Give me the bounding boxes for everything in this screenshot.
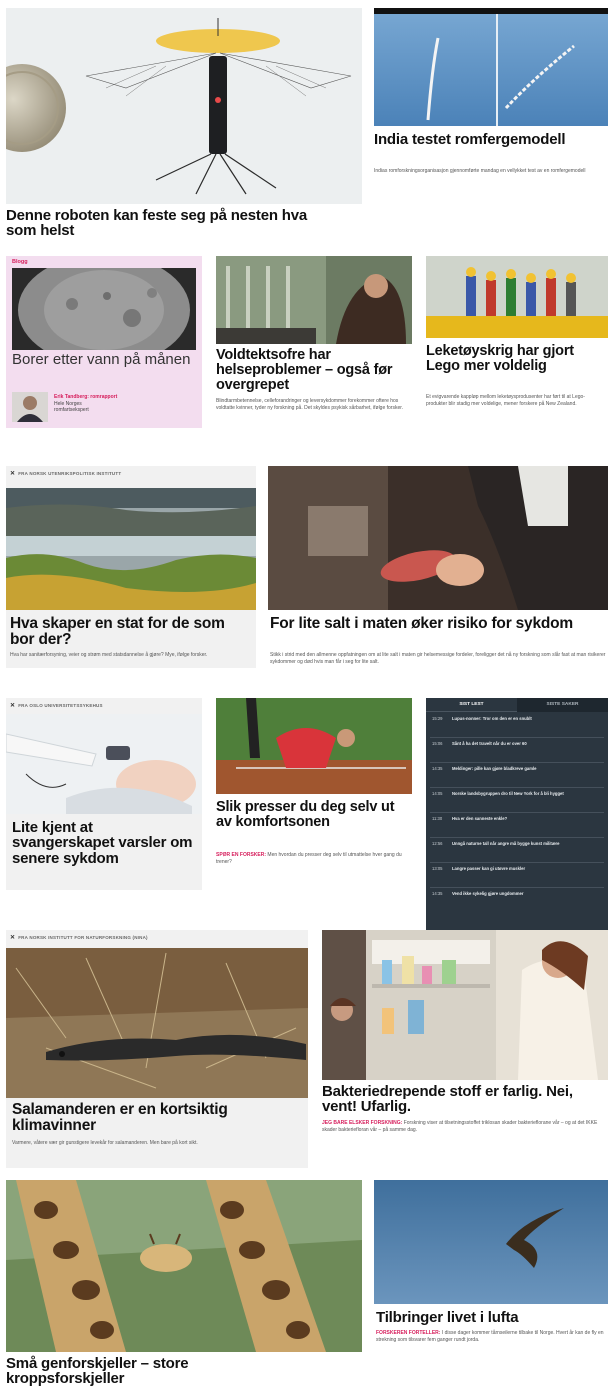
news-item-title: Vend ikke sykelig gjøre ungdommer (452, 891, 524, 896)
bakterie-headline[interactable]: Bakteriedrepende stoff er farlig. Nei, v… (322, 1084, 606, 1115)
lufta-kicker: FORSKEREN FORTELLER: (376, 1330, 441, 1336)
news-item-time: 14:35 (432, 766, 443, 771)
india-lead: Indias romforskningsorganisasjon gjennom… (374, 168, 586, 174)
salt-headline[interactable]: For lite salt i maten øker risiko for sy… (270, 616, 606, 632)
svangerskap-source: ✕ FRA OSLO UNIVERSITETSSYKEHUS (10, 702, 103, 709)
news-item[interactable]: 15:29 Lupus-nonner: Tror om den er en snu… (432, 716, 604, 721)
svangerskap-source-label: FRA OSLO UNIVERSITETSSYKEHUS (18, 703, 103, 708)
news-item[interactable]: 15:06 Sånt å ha det travelt når du er ove… (432, 741, 604, 746)
india-image[interactable] (374, 8, 608, 126)
news-item-time: 15:29 (432, 716, 443, 721)
giraff-headline[interactable]: Små genforskjeller – store kroppsforskje… (6, 1356, 306, 1387)
news-divider (430, 787, 604, 788)
news-item-title: Meldinger: pille kan gjøre bladkreve gam… (452, 766, 537, 771)
news-divider (430, 812, 604, 813)
komfort-image[interactable] (216, 698, 412, 794)
news-tab-bar: SIST LEST SISTE SAKER (426, 698, 608, 712)
stat-lead: Hva har sanitærforsyning, veier og strøm… (10, 652, 208, 658)
bakterie-image[interactable] (322, 930, 608, 1080)
salt-image[interactable] (268, 466, 608, 610)
news-item[interactable]: 14:05 Norske landsbygruppen dro til New Y… (432, 791, 604, 796)
robot-headline[interactable]: Denne roboten kan feste seg på nesten hv… (6, 208, 336, 239)
news-item[interactable]: 12:56 Unngå naturne tall når angre må byg… (432, 841, 604, 846)
news-item[interactable]: 14:35 Vend ikke sykelig gjøre ungdommer (432, 891, 604, 896)
news-item-time: 13:05 (432, 866, 443, 871)
lego-lead: Et evigvarende kappløp mellom leketøyspr… (426, 394, 585, 407)
news-item-time: 14:35 (432, 891, 443, 896)
news-divider (430, 737, 604, 738)
stat-image[interactable] (6, 488, 256, 610)
komfort-kicker: SPØR EN FORSKER: (216, 852, 267, 858)
partner-icon: ✕ (10, 471, 16, 477)
news-divider (430, 887, 604, 888)
bakterie-kicker: JEG BARE ELSKER FORSKNING: (322, 1120, 403, 1126)
blog-author[interactable]: Erik Tandberg: romrapport (54, 394, 117, 400)
salamander-headline[interactable]: Salamanderen er en kortsiktig klimavinne… (12, 1102, 302, 1134)
salamander-source: ✕ FRA NORSK INSTITUTT FOR NATURFORSKNING… (10, 934, 148, 941)
author-avatar (12, 392, 48, 422)
bakterie-lead-block: JEG BARE ELSKER FORSKNING: Forskning vis… (322, 1120, 606, 1134)
partner-icon: ✕ (10, 703, 16, 709)
news-item-title: Unngå naturne tall når angre må bygge ku… (452, 841, 560, 846)
news-widget: SIST LEST SISTE SAKER 15:29 Lupus-nonner:… (426, 698, 608, 930)
svangerskap-headline[interactable]: Lite kjent at svangerskapet varsler om s… (12, 820, 198, 866)
blog-headline[interactable]: Borer etter vann på månen (12, 352, 198, 368)
salt-lead: Stikk i strid med den allmenne oppfatnin… (270, 652, 606, 665)
salamander-lead: Varmere, våtere vær gir gunstigere levek… (12, 1140, 198, 1146)
news-divider (430, 837, 604, 838)
news-item-title: Norske landsbygruppen dro til New York f… (452, 791, 564, 796)
komfort-headline[interactable]: Slik presser du deg selv ut av komfortso… (216, 800, 412, 830)
stat-source-label: FRA NORSK UTENRIKSPOLITISK INSTITUTT (18, 471, 122, 476)
stat-source: ✕ FRA NORSK UTENRIKSPOLITISK INSTITUTT (10, 470, 121, 477)
stat-headline[interactable]: Hva skaper en stat for de som bor der? (10, 616, 250, 648)
news-item-title: Sånt å ha det travelt når du er over 60 (452, 741, 527, 746)
tab-siste-saker[interactable]: SISTE SAKER (517, 698, 608, 712)
robot-image[interactable] (6, 8, 362, 204)
lufta-image[interactable] (374, 1180, 608, 1304)
voldtekt-headline[interactable]: Voldtektsofre har helseproblemer – også … (216, 348, 412, 392)
partner-icon: ✕ (10, 935, 16, 941)
blog-author-title: Hele Norges romfartsekspert (54, 401, 89, 413)
india-headline[interactable]: India testet romfergemodell (374, 132, 604, 148)
lufta-headline[interactable]: Tilbringer livet i lufta (376, 1310, 606, 1326)
blog-tag: Blogg (12, 259, 28, 265)
giraff-image[interactable] (6, 1180, 362, 1352)
tab-sist-lest[interactable]: SIST LEST (426, 698, 517, 712)
salamander-image[interactable] (6, 948, 308, 1098)
news-item-title: Hva er den sanneste enkle? (452, 816, 508, 821)
news-item-time: 12:56 (432, 841, 443, 846)
lego-image[interactable] (426, 256, 608, 338)
news-item-time: 14:05 (432, 791, 443, 796)
salamander-source-label: FRA NORSK INSTITUTT FOR NATURFORSKNING (… (18, 935, 148, 940)
lego-headline[interactable]: Leketøyskrig har gjort Lego mer voldelig (426, 344, 606, 374)
news-item[interactable]: 11:30 Hva er den sanneste enkle? (432, 816, 604, 821)
moon-image (12, 268, 196, 350)
blog-card[interactable]: Blogg Borer etter vann på månen Erik Tan… (6, 256, 202, 428)
news-item-time: 15:06 (432, 741, 443, 746)
news-divider (430, 762, 604, 763)
voldtekt-lead: Blindtarmbetennelse, celleforandringer o… (216, 398, 404, 411)
komfort-lead-block: SPØR EN FORSKER: Men hvordan du presser … (216, 852, 406, 866)
news-item[interactable]: 13:05 Langre passer kan gi utøvre muskler (432, 866, 604, 871)
news-item-title: Lupus-nonner: Tror om den er en snublt (452, 716, 532, 721)
voldtekt-image[interactable] (216, 256, 412, 344)
news-item-time: 11:30 (432, 816, 443, 821)
svangerskap-image[interactable] (6, 714, 202, 814)
news-item[interactable]: 14:35 Meldinger: pille kan gjøre bladkrev… (432, 766, 604, 771)
lufta-lead-block: FORSKEREN FORTELLER: I disse dager komme… (376, 1330, 606, 1344)
news-item-title: Langre passer kan gi utøvre muskler (452, 866, 526, 871)
news-divider (430, 862, 604, 863)
